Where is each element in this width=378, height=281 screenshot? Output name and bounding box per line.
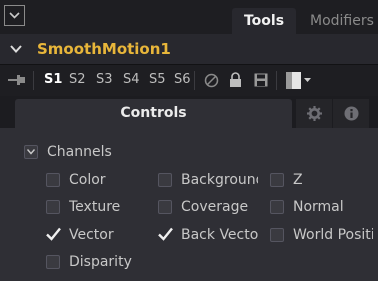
checkbox-back-vector[interactable] xyxy=(158,227,173,244)
checkbox-texture[interactable] xyxy=(46,200,60,214)
controls-content: Channels Color Background Z Texture Cove… xyxy=(0,128,378,281)
save-icon[interactable] xyxy=(254,73,268,87)
checkbox-label: Coverage xyxy=(181,199,249,215)
node-header[interactable]: SmoothMotion1 xyxy=(0,34,378,64)
settings-tab[interactable] xyxy=(296,99,332,128)
set-button-s4[interactable]: S4 xyxy=(123,72,140,88)
checkbox-z[interactable] xyxy=(270,173,284,187)
channels-label: Channels xyxy=(47,144,112,160)
set-button-s6[interactable]: S6 xyxy=(174,72,191,88)
checkbox-coverage[interactable] xyxy=(158,200,172,214)
checkbox-world-position[interactable] xyxy=(270,228,284,242)
disable-icon[interactable] xyxy=(204,73,219,88)
set-button-s5[interactable]: S5 xyxy=(149,72,166,88)
checkbox-label: Color xyxy=(69,172,106,188)
toolbar-separator xyxy=(33,71,34,90)
checkbox-vector[interactable] xyxy=(46,227,61,244)
checkbox-label: Background xyxy=(181,172,258,188)
tab-tools[interactable]: Tools xyxy=(232,8,296,34)
toolbar-separator xyxy=(276,71,277,90)
tab-controls[interactable]: Controls xyxy=(15,99,292,128)
checkbox-label: Vector xyxy=(69,227,114,243)
set-button-s2[interactable]: S2 xyxy=(69,72,86,88)
node-toolbar: S1 S2 S3 S4 S5 S6 xyxy=(0,64,378,96)
checkbox-label: Disparity xyxy=(69,254,132,270)
tab-modifiers[interactable]: Modifiers xyxy=(300,8,378,34)
checkbox-normal[interactable] xyxy=(270,200,284,214)
checkbox-color[interactable] xyxy=(46,173,60,187)
lock-icon[interactable] xyxy=(229,72,242,88)
checkbox-label: Back Vector xyxy=(181,227,258,243)
node-name: SmoothMotion1 xyxy=(37,40,171,58)
gear-icon xyxy=(307,106,322,121)
checkbox-label: World Position xyxy=(293,227,373,243)
set-button-s3[interactable]: S3 xyxy=(96,72,113,88)
pin-icon[interactable] xyxy=(8,73,26,87)
set-button-s1[interactable]: S1 xyxy=(44,72,62,88)
checkmark-icon xyxy=(46,227,61,241)
info-tab[interactable] xyxy=(333,99,369,128)
checkmark-icon xyxy=(158,227,173,241)
checkbox-label: Normal xyxy=(293,199,344,215)
checkbox-disparity[interactable] xyxy=(46,255,60,269)
collapse-icon[interactable] xyxy=(4,5,25,26)
checkbox-background[interactable] xyxy=(158,173,172,187)
chevron-down-icon[interactable] xyxy=(10,45,22,53)
dropdown-arrow-icon[interactable] xyxy=(304,78,311,83)
checkbox-label: Texture xyxy=(69,199,121,215)
panel-tab-bar: Tools Modifiers xyxy=(0,0,378,34)
color-swatch-icon[interactable] xyxy=(292,72,301,89)
channels-collapse-icon[interactable] xyxy=(24,145,38,159)
toolbar-separator xyxy=(194,71,195,90)
info-icon xyxy=(344,106,359,121)
controls-header: Controls xyxy=(0,96,378,128)
inspector-panel: Tools Modifiers SmoothMotion1 S1 S2 S3 S… xyxy=(0,0,378,281)
checkbox-label: Z xyxy=(293,172,303,188)
